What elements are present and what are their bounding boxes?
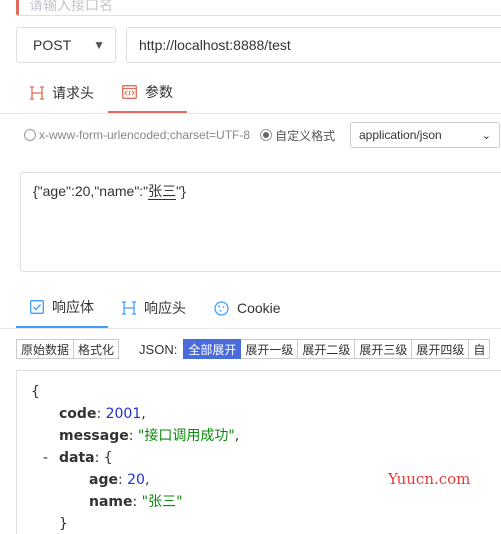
json-brace: { <box>103 450 113 466</box>
code-icon <box>122 85 137 99</box>
json-line: code: 2001, <box>59 406 146 422</box>
json-line: message: "接口调用成功", <box>59 428 240 444</box>
expand-all-button[interactable]: 全部展开 <box>183 339 242 359</box>
body-text-name: 张三 <box>148 183 177 200</box>
tabs-divider <box>0 113 501 114</box>
collapse-toggle[interactable]: - <box>43 447 59 469</box>
watermark: Yuucn.com <box>388 470 471 488</box>
json-number: 2001 <box>105 406 142 422</box>
chevron-down-icon: ⌄ <box>481 129 491 142</box>
json-brace: { <box>31 384 40 400</box>
method-select[interactable]: POST ▼ <box>16 27 116 63</box>
tab-cookie[interactable]: Cookie <box>200 288 295 328</box>
expand-level3-button[interactable]: 展开三级 <box>355 339 413 359</box>
format-button[interactable]: 格式化 <box>74 339 120 359</box>
json-key: message <box>59 428 129 444</box>
label-urlencoded: x-www-form-urlencoded;charset=UTF-8 <box>39 128 251 142</box>
expand-level4-button[interactable]: 展开四级 <box>412 339 470 359</box>
request-body-textarea[interactable]: {"age":20,"name":"张三"} <box>20 172 501 272</box>
json-line: name: "张三" <box>89 494 183 510</box>
radio-urlencoded[interactable] <box>24 129 36 141</box>
cookie-icon <box>214 300 229 316</box>
checkbox-icon <box>30 300 44 314</box>
method-value: POST <box>33 37 72 53</box>
json-line: } <box>31 513 491 534</box>
body-text-suffix: "} <box>176 183 186 199</box>
content-type-value: application/json <box>359 128 442 142</box>
body-text-prefix: {"age":20,"name":" <box>33 183 149 199</box>
json-key: code <box>59 406 97 422</box>
json-key: data <box>59 450 95 466</box>
h-icon <box>122 301 136 315</box>
tab-response-headers-label: 响应头 <box>144 300 186 316</box>
more-button[interactable]: 自 <box>469 339 491 359</box>
label-custom: 自定义格式 <box>275 128 336 143</box>
tab-response-headers[interactable]: 响应头 <box>108 288 200 328</box>
format-options: x-www-form-urlencoded;charset=UTF-8 自定义格… <box>24 122 335 148</box>
tab-response-body[interactable]: 响应体 <box>16 288 108 328</box>
tab-cookie-label: Cookie <box>237 300 281 316</box>
response-tabs: 响应体 响应头 Cookie <box>16 288 295 328</box>
h-icon <box>30 86 44 100</box>
tab-response-body-label: 响应体 <box>52 299 94 315</box>
tab-headers[interactable]: 请求头 <box>16 73 108 113</box>
response-tabs-divider <box>0 328 501 329</box>
json-string: "张三" <box>141 494 183 510</box>
json-key: age <box>89 472 118 488</box>
radio-custom[interactable] <box>260 129 273 141</box>
request-tabs: 请求头 参数 <box>16 73 187 113</box>
json-string: "接口调用成功" <box>137 428 235 444</box>
response-toolbar: 原始数据 格式化 JSON: 全部展开 展开一级 展开二级 展开三级 展开四级 … <box>16 338 491 360</box>
raw-data-button[interactable]: 原始数据 <box>16 339 75 359</box>
json-line: - data: { <box>31 447 491 469</box>
tab-headers-label: 请求头 <box>52 85 94 101</box>
expand-level1-button[interactable]: 展开一级 <box>241 339 299 359</box>
json-brace: } <box>59 516 68 532</box>
url-input[interactable]: http://localhost:8888/test <box>126 27 501 63</box>
expand-level2-button[interactable]: 展开二级 <box>298 339 356 359</box>
json-line: { <box>31 381 491 403</box>
tab-params-label: 参数 <box>145 84 173 100</box>
content-type-select[interactable]: application/json ⌄ <box>350 122 500 148</box>
response-json-view: { code: 2001, message: "接口调用成功", - data: … <box>16 370 501 534</box>
api-name-input[interactable]: 请输入接口名 <box>16 0 501 16</box>
json-number: 20 <box>127 472 145 488</box>
chevron-down-icon: ▼ <box>93 38 105 52</box>
tab-params[interactable]: 参数 <box>108 73 187 113</box>
json-key: name <box>89 494 133 510</box>
url-value: http://localhost:8888/test <box>139 37 291 53</box>
json-label: JSON: <box>139 341 178 357</box>
